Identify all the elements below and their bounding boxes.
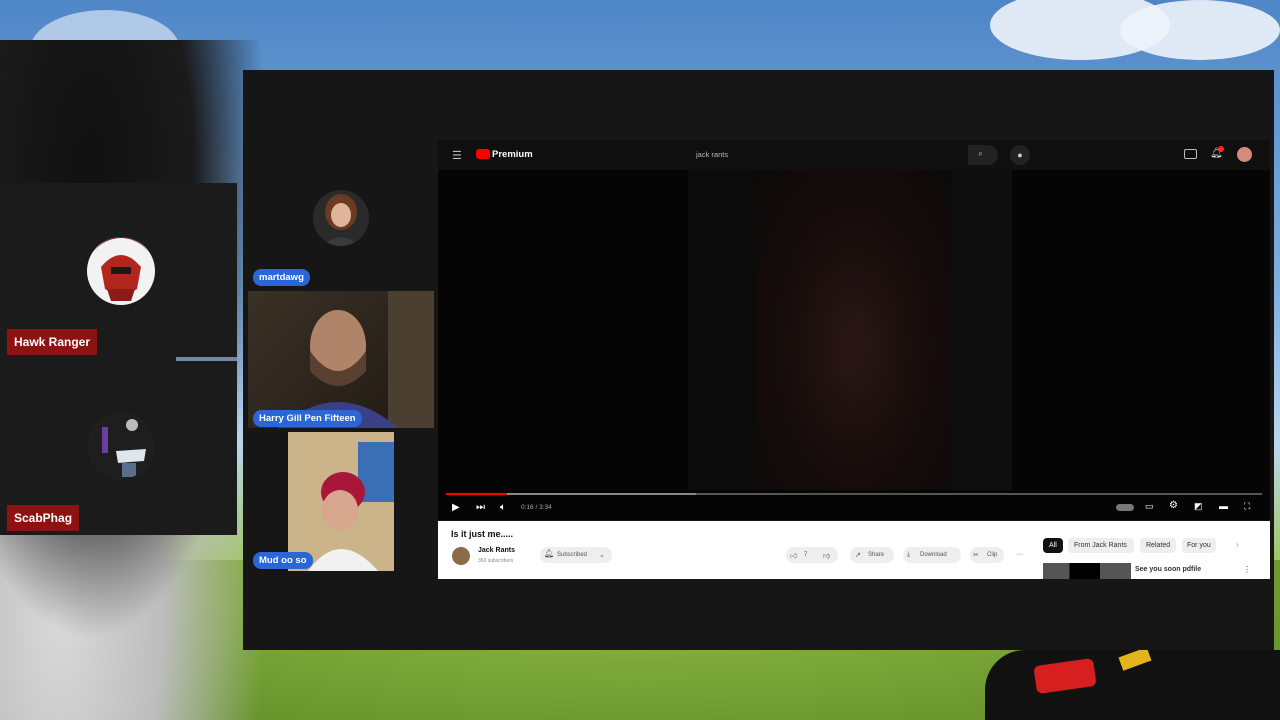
video-frame-left <box>688 170 756 490</box>
chip-from-channel-label: From Jack Rants <box>1074 542 1127 549</box>
ranger-helmet-icon <box>88 238 154 304</box>
divider <box>176 357 237 361</box>
youtube-logo-icon[interactable] <box>476 149 490 159</box>
share-icon: ↗ <box>855 552 861 559</box>
theater-mode-icon[interactable]: ▬ <box>1219 501 1228 511</box>
chip-all-label: All <box>1049 542 1057 549</box>
like-count: 7 <box>804 552 808 558</box>
autoplay-toggle[interactable] <box>1116 504 1134 511</box>
create-video-icon[interactable] <box>1184 149 1197 159</box>
avatar-martdawg <box>313 190 369 246</box>
recommended-title[interactable]: See you soon pdfile <box>1135 566 1201 573</box>
progress-bar-played <box>446 493 508 495</box>
background-cloud <box>1120 0 1280 60</box>
video-player[interactable]: ▶ ⏭︎ 🔈︎ 0:16 / 3:34 ▭ ⚙︎ ◩ ▬ ⛶ <box>438 170 1270 520</box>
youtube-window: ☰ Premium jack rants ⌕ ● 🔔︎ ▶ ⏭︎ 🔈︎ 0:16… <box>438 140 1270 580</box>
channel-name[interactable]: Jack Rants <box>478 547 515 554</box>
avatar-hawk-ranger <box>87 237 155 305</box>
account-avatar[interactable] <box>1237 147 1252 162</box>
volume-icon[interactable]: 🔈︎ <box>500 502 506 513</box>
time-display: 0:16 / 3:34 <box>521 504 552 511</box>
guest-camera-mud <box>288 432 394 571</box>
participants-panel: Hawk Ranger ScabPhag <box>0 183 237 535</box>
guest-name-pill: Harry Gill Pen Fifteen <box>253 410 362 427</box>
clip-label: Clip <box>987 552 998 558</box>
next-icon[interactable]: ⏭︎ <box>476 502 485 513</box>
microphone-icon[interactable]: ● <box>1010 145 1030 165</box>
settings-gear-icon[interactable]: ⚙︎ <box>1169 500 1178 511</box>
play-icon[interactable]: ▶ <box>452 502 460 513</box>
name-tag: Hawk Ranger <box>7 329 98 355</box>
recommended-thumbnail[interactable] <box>1043 563 1131 579</box>
search-input[interactable]: jack rants <box>696 150 728 159</box>
guest-name-pill: Mud oo so <box>253 552 313 569</box>
name-tag: ScabPhag <box>7 505 80 531</box>
guest-camera-harry <box>248 291 434 428</box>
share-label: Share <box>868 552 885 558</box>
more-vert-icon[interactable]: ⋮ <box>1243 565 1251 574</box>
character-avatar-icon <box>89 414 153 478</box>
avatar-scabphag <box>88 413 154 479</box>
notification-count-badge <box>1218 146 1224 152</box>
chevron-right-icon[interactable]: › <box>1236 540 1239 549</box>
video-info-bar: Is it just me..... Jack Rants 363 subscr… <box>438 521 1270 579</box>
chip-related-label: Related <box>1146 542 1171 549</box>
thumbs-down-icon[interactable]: 👎︎ <box>823 551 830 560</box>
thumbs-up-icon[interactable]: 👍︎ <box>790 551 797 560</box>
subscriber-count: 363 subscribers <box>478 558 514 564</box>
fullscreen-icon[interactable]: ⛶ <box>1244 501 1250 512</box>
download-icon: ⤓ <box>907 551 911 558</box>
channel-avatar[interactable] <box>452 547 470 565</box>
subscribe-label: Subscribed <box>557 552 588 558</box>
more-actions-button[interactable]: ··· <box>1016 551 1023 558</box>
chevron-down-icon: ⌄ <box>599 552 605 559</box>
video-frame-center <box>756 170 952 490</box>
miniplayer-icon[interactable]: ◩ <box>1194 501 1203 512</box>
menu-icon[interactable]: ☰ <box>452 149 462 162</box>
progress-bar-track[interactable] <box>446 493 1262 495</box>
bell-icon: 🔔︎ <box>544 549 555 558</box>
video-frame-right <box>952 170 1012 490</box>
chip-for-you-label: For you <box>1187 542 1211 549</box>
youtube-header: ☰ Premium jack rants ⌕ ● 🔔︎ <box>438 140 1270 170</box>
video-title: Is it just me..... <box>451 529 514 539</box>
guest-name-pill: martdawg <box>253 269 310 286</box>
webcam-feed-icon <box>288 432 394 571</box>
subtitles-icon[interactable]: ▭ <box>1145 501 1154 512</box>
webcam-feed-icon <box>278 291 434 428</box>
download-label: Download <box>920 552 947 558</box>
clip-icon: ✂ <box>973 552 979 559</box>
search-icon: ⌕ <box>978 148 984 158</box>
youtube-logo-text: Premium <box>492 149 533 160</box>
profile-photo-icon <box>313 190 369 246</box>
